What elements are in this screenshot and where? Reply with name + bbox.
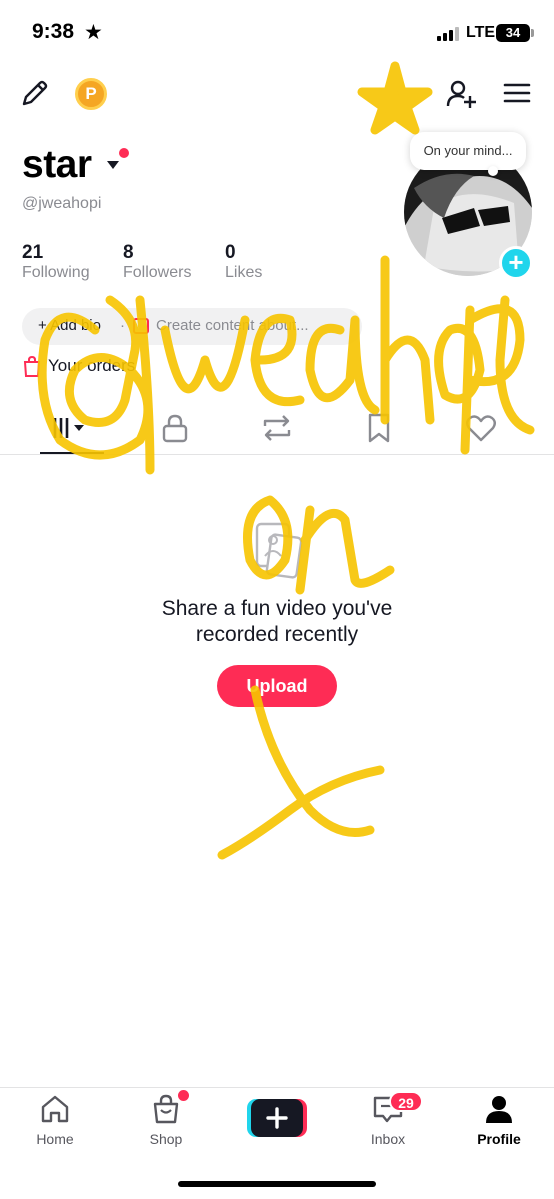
empty-state-title-line-2: recorded recently <box>195 623 359 646</box>
nav-shop[interactable]: Shop <box>116 1094 216 1147</box>
stat-following[interactable]: 21 Following <box>22 242 90 282</box>
create-content-button[interactable]: Create content about... <box>156 317 309 334</box>
tab-repost-icon[interactable] <box>259 410 295 446</box>
shopping-bag-icon <box>23 355 41 377</box>
stat-value: 0 <box>225 242 236 263</box>
thought-bubble[interactable]: On your mind... <box>410 132 526 170</box>
thought-bubble-tail <box>488 166 498 176</box>
bottom-nav-divider <box>0 1087 554 1088</box>
coin-icon[interactable]: P <box>75 78 107 110</box>
nav-profile[interactable]: Profile <box>449 1094 549 1147</box>
menu-icon[interactable] <box>503 82 531 104</box>
stat-label: Following <box>22 264 90 281</box>
battery-icon: 34 <box>496 24 530 42</box>
divider <box>0 454 554 455</box>
stat-likes[interactable]: 0 Likes <box>225 242 262 282</box>
tab-videos-grid-icon[interactable] <box>50 410 86 446</box>
add-user-icon[interactable] <box>445 78 477 110</box>
profile-person-icon <box>486 1096 512 1123</box>
profile-handle: @jweahopi <box>22 195 102 212</box>
network-type: LTE <box>466 24 496 41</box>
upload-button[interactable]: Upload <box>217 665 337 707</box>
stat-followers[interactable]: 8 Followers <box>123 242 191 282</box>
shop-notification-dot <box>178 1090 189 1101</box>
signal-icon <box>437 27 459 41</box>
inbox-badge: 29 <box>389 1091 423 1112</box>
status-time: 9:38 <box>32 20 75 43</box>
notification-dot <box>119 148 129 158</box>
stat-value: 21 <box>22 242 44 263</box>
stat-label: Likes <box>225 264 263 281</box>
nav-profile-label: Profile <box>477 1131 521 1147</box>
nav-inbox[interactable]: Inbox <box>338 1094 438 1147</box>
profile-name: star <box>22 143 92 186</box>
empty-state-title: Share a fun video you've recorded recent… <box>0 596 554 648</box>
stat-value: 8 <box>123 242 134 263</box>
empty-photos-icon <box>255 522 303 579</box>
empty-state-title-line-1: Share a fun video you've <box>161 597 393 620</box>
stat-label: Followers <box>123 264 192 281</box>
home-icon <box>41 1095 69 1123</box>
edit-pencil-icon[interactable] <box>20 78 50 108</box>
nav-inbox-label: Inbox <box>370 1131 406 1147</box>
nav-shop-label: Shop <box>149 1131 183 1147</box>
add-bio-button[interactable]: + Add bio <box>38 317 101 334</box>
separator: · <box>120 317 125 334</box>
create-plus-button[interactable] <box>247 1099 307 1137</box>
account-switch-caret-icon[interactable] <box>106 160 120 170</box>
nav-home[interactable]: Home <box>5 1094 105 1147</box>
tab-favorites-bookmark-icon[interactable] <box>361 410 397 446</box>
nav-home-label: Home <box>36 1131 74 1147</box>
play-square-icon <box>133 318 149 334</box>
your-orders-link[interactable]: Your orders <box>48 356 135 376</box>
tab-private-lock-icon[interactable] <box>157 410 193 446</box>
star-icon: ★ <box>84 21 103 44</box>
tab-liked-heart-icon[interactable] <box>463 410 499 446</box>
add-avatar-plus-icon[interactable]: + <box>499 246 533 280</box>
home-indicator <box>178 1181 376 1187</box>
battery-tip <box>531 29 534 37</box>
